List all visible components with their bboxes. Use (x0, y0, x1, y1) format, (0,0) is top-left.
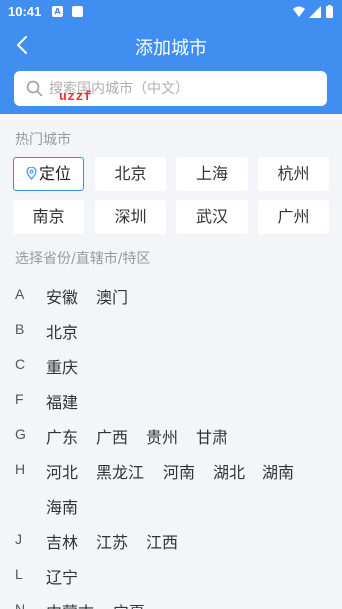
status-indicators-icon (293, 5, 333, 18)
province-group-j: J 吉林 江苏 江西 (0, 523, 342, 558)
province-item[interactable]: 广东 (46, 424, 78, 448)
province-item[interactable]: 河北 (46, 459, 78, 483)
index-letter: N (15, 601, 26, 609)
city-label: 杭州 (277, 164, 310, 183)
province-group-h: H 河北 黑龙江 河南 湖北 湖南 (0, 453, 342, 488)
index-letter: C (15, 356, 26, 372)
city-label: 深圳 (114, 207, 147, 226)
city-label: 上海 (195, 164, 228, 183)
page-title: 添加城市 (135, 38, 207, 59)
province-group-b: B 北京 (0, 313, 342, 348)
province-group-n: N 内蒙古 宁夏 (0, 593, 342, 609)
index-letter: L (15, 566, 23, 582)
city-button-nanjing[interactable]: 南京 (13, 200, 84, 234)
index-letter: G (15, 426, 26, 442)
province-item[interactable]: 江苏 (96, 529, 128, 553)
province-group-g: G 广东 广西 贵州 甘肃 (0, 418, 342, 453)
province-group-l: L 辽宁 (0, 558, 342, 593)
province-item[interactable]: 宁夏 (113, 599, 145, 609)
index-letter: F (15, 391, 24, 407)
status-time: 10:41 (8, 4, 42, 19)
province-item[interactable]: 辽宁 (46, 564, 78, 588)
city-label: 南京 (32, 207, 65, 226)
city-label: 北京 (114, 164, 147, 183)
index-letter: J (15, 531, 22, 547)
watermark-overlay-text: uzzf (59, 89, 93, 104)
notification-square-icon (72, 6, 83, 17)
search-bar (0, 66, 342, 114)
province-item[interactable]: 湖北 (213, 459, 245, 483)
hot-cities-label: 热门城市 (15, 132, 71, 148)
city-button-wuhan[interactable]: 武汉 (176, 200, 248, 234)
province-item[interactable]: 甘肃 (196, 424, 228, 448)
index-letter: H (15, 461, 26, 477)
city-button-guangzhou[interactable]: 广州 (258, 200, 329, 234)
provinces-label: 选择省份/直辖市/特区 (15, 251, 151, 267)
province-group-h-continued: 海南 (0, 488, 342, 523)
city-label: 武汉 (195, 207, 228, 226)
province-group-c: C 重庆 (0, 348, 342, 383)
city-button-locate[interactable]: 定位 (13, 157, 84, 191)
location-pin-icon (26, 167, 37, 180)
status-bar: 10:41 A (0, 0, 342, 24)
city-button-shenzhen[interactable]: 深圳 (95, 200, 166, 234)
province-item[interactable]: 湖南 (262, 459, 294, 483)
province-item[interactable]: 安徽 (46, 284, 78, 308)
province-item[interactable]: 北京 (46, 319, 78, 343)
search-icon (26, 80, 43, 97)
province-item[interactable]: 吉林 (46, 529, 78, 553)
province-group-a: A 安徽 澳门 (0, 278, 342, 313)
province-item[interactable]: 内蒙古 (46, 599, 94, 609)
province-item[interactable]: 澳门 (96, 284, 128, 308)
province-item[interactable]: 广西 (96, 424, 128, 448)
province-group-f: F 福建 (0, 383, 342, 418)
city-button-beijing[interactable]: 北京 (95, 157, 166, 191)
index-letter: B (15, 321, 25, 337)
city-button-shanghai[interactable]: 上海 (176, 157, 248, 191)
app-header: 添加城市 (0, 24, 342, 66)
index-letter: A (15, 286, 25, 302)
province-item[interactable]: 重庆 (46, 354, 78, 378)
province-item[interactable]: 海南 (46, 494, 78, 518)
city-button-hangzhou[interactable]: 杭州 (258, 157, 329, 191)
province-item[interactable]: 贵州 (146, 424, 178, 448)
city-label: 定位 (38, 164, 71, 183)
notification-a-icon: A (52, 6, 63, 17)
province-item[interactable]: 福建 (46, 389, 78, 413)
province-item[interactable]: 江西 (146, 529, 178, 553)
province-item[interactable]: 河南 (163, 459, 195, 483)
city-label: 广州 (277, 207, 310, 226)
province-item[interactable]: 黑龙江 (96, 459, 144, 483)
